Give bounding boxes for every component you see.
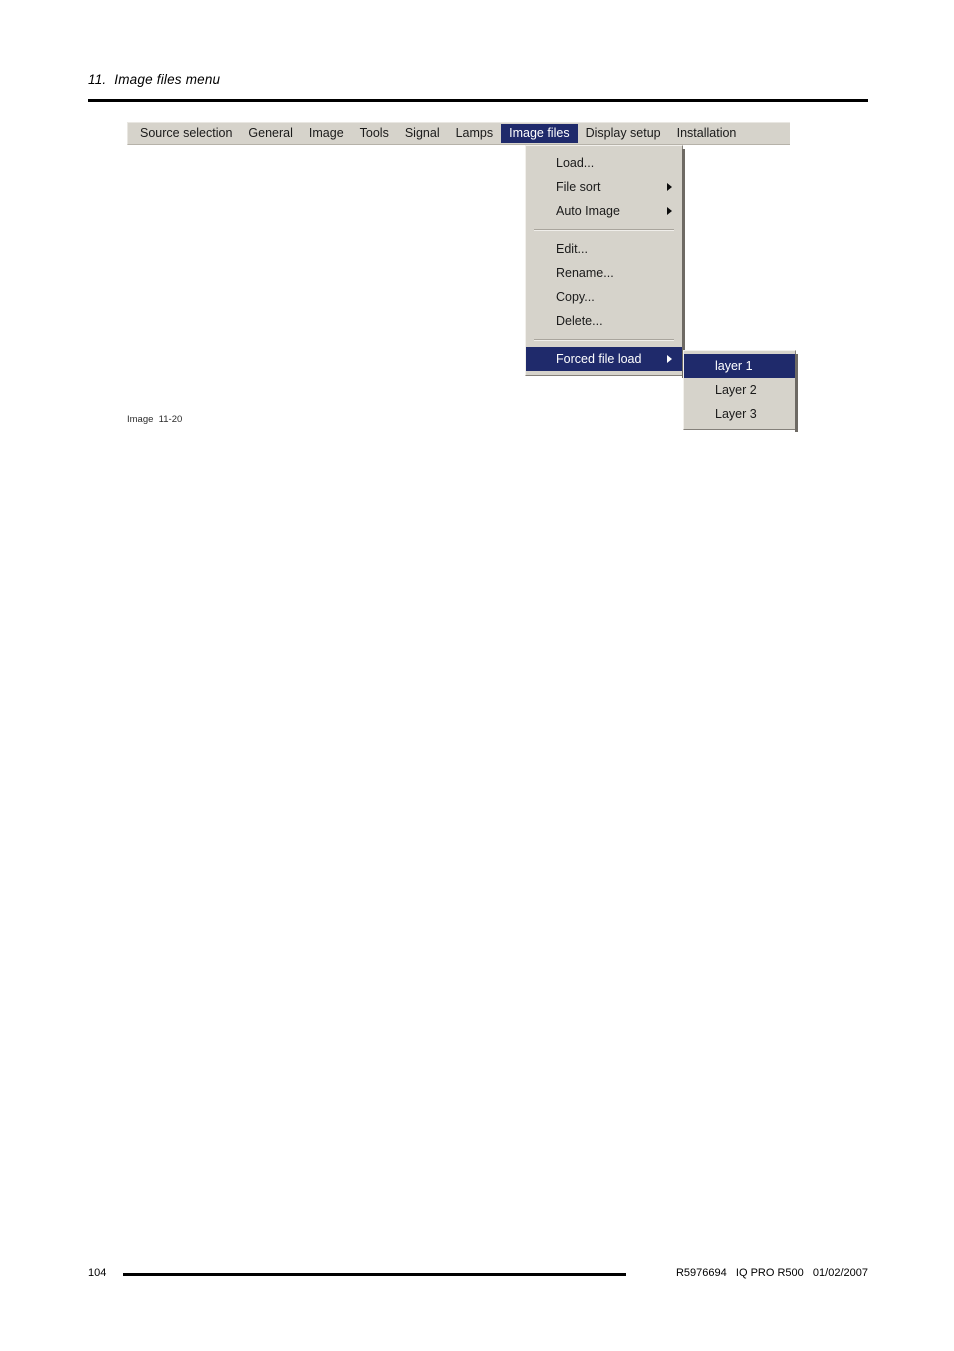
page-number: 104 [88, 1267, 107, 1279]
menubar-item-lamps[interactable]: Lamps [448, 124, 502, 144]
menu-item-delete[interactable]: Delete... [526, 309, 682, 333]
menu-item-rename[interactable]: Rename... [526, 261, 682, 285]
menu-item-file-sort-label: File sort [556, 180, 601, 194]
menu-item-load[interactable]: Load... [526, 151, 682, 175]
submenu-item-layer-1-label: layer 1 [715, 359, 753, 373]
page-footer: 104 R5976694 IQ PRO R500 01/02/2007 [88, 1266, 868, 1284]
menu-separator [534, 229, 674, 231]
menu-item-forced-file-load[interactable]: Forced file load [526, 347, 682, 371]
submenu-item-layer-1[interactable]: layer 1 [684, 354, 795, 378]
osd-menu-figure: Source selection General Image Tools Sig… [127, 122, 798, 432]
menu-separator [534, 339, 674, 341]
menu-item-copy-label: Copy... [556, 290, 595, 304]
chevron-right-icon [667, 355, 672, 363]
menubar-item-image-files[interactable]: Image files [501, 123, 578, 144]
page-title: 11. Image files menu [88, 72, 221, 87]
figure-caption: Image 11-20 [127, 414, 183, 425]
menubar-item-signal[interactable]: Signal [397, 124, 448, 144]
menu-bar: Source selection General Image Tools Sig… [127, 122, 790, 145]
menubar-item-image[interactable]: Image [301, 124, 352, 144]
image-files-dropdown: Load... File sort Auto Image Edit... Ren… [525, 145, 685, 378]
menu-item-edit-label: Edit... [556, 242, 588, 256]
footer-meta: R5976694 IQ PRO R500 01/02/2007 [675, 1267, 868, 1279]
page-header: 11. Image files menu [88, 72, 868, 87]
footer-divider [123, 1273, 626, 1276]
submenu-item-layer-2[interactable]: Layer 2 [684, 378, 795, 402]
menu-item-delete-label: Delete... [556, 314, 603, 328]
menu-item-auto-image[interactable]: Auto Image [526, 199, 682, 223]
menubar-item-source-selection[interactable]: Source selection [132, 124, 240, 144]
menubar-item-tools[interactable]: Tools [352, 124, 397, 144]
menu-item-load-label: Load... [556, 156, 595, 170]
menu-item-edit[interactable]: Edit... [526, 237, 682, 261]
menu-item-rename-label: Rename... [556, 266, 614, 280]
menu-item-auto-image-label: Auto Image [556, 204, 620, 218]
menu-item-forced-file-load-label: Forced file load [556, 352, 642, 366]
menu-item-copy[interactable]: Copy... [526, 285, 682, 309]
forced-file-load-submenu: layer 1 Layer 2 Layer 3 [683, 350, 798, 432]
menubar-item-installation[interactable]: Installation [669, 124, 745, 144]
submenu-item-layer-3[interactable]: Layer 3 [684, 402, 795, 426]
submenu-item-layer-2-label: Layer 2 [715, 383, 757, 397]
submenu-item-layer-3-label: Layer 3 [715, 407, 757, 421]
menubar-item-general[interactable]: General [240, 124, 300, 144]
chevron-right-icon [667, 207, 672, 215]
header-divider [88, 99, 868, 102]
chevron-right-icon [667, 183, 672, 191]
menubar-item-display-setup[interactable]: Display setup [578, 124, 669, 144]
menu-item-file-sort[interactable]: File sort [526, 175, 682, 199]
